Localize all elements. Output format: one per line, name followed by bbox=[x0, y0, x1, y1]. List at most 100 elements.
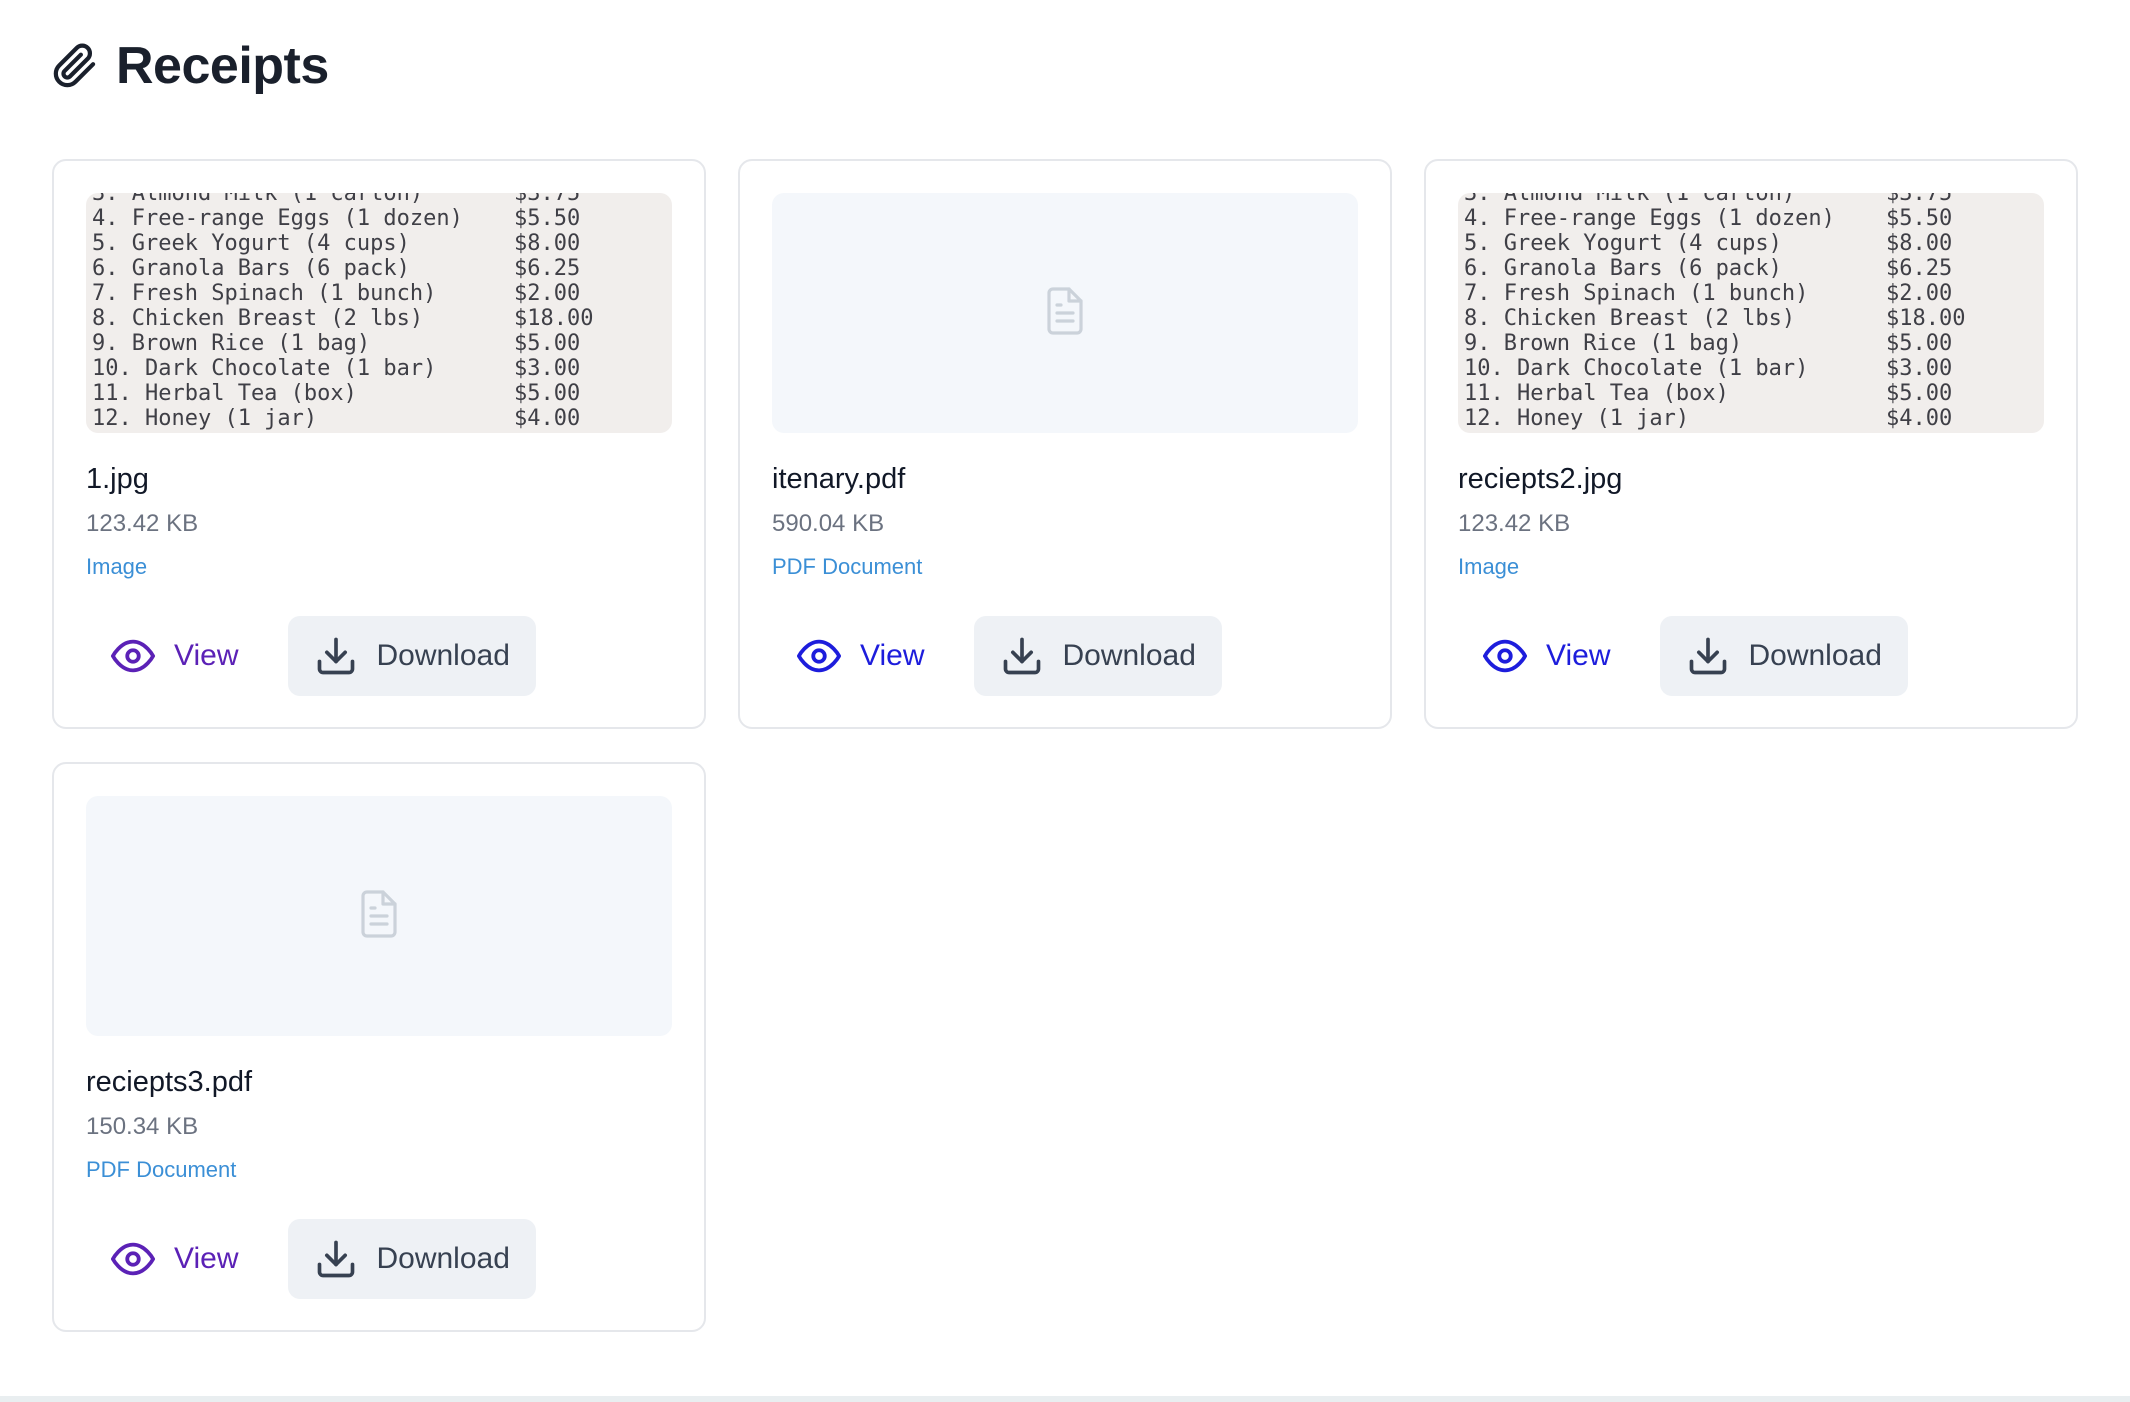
receipt-line: 5. Greek Yogurt (4 cups) $8.00 bbox=[1464, 231, 1965, 256]
eye-icon bbox=[1482, 633, 1528, 679]
file-type: Image bbox=[1458, 554, 1520, 579]
document-icon bbox=[1045, 286, 1085, 340]
view-button[interactable]: View bbox=[86, 616, 262, 696]
receipt-line: 11. Herbal Tea (box) $5.00 bbox=[92, 381, 593, 406]
receipt-line-price: $3.00 bbox=[514, 356, 581, 381]
receipt-line-item: 10. Dark Chocolate (1 bar) bbox=[1464, 356, 1809, 381]
view-button[interactable]: View bbox=[772, 616, 948, 696]
receipt-line-price: $3.75 bbox=[514, 193, 581, 206]
receipt-line: 12. Honey (1 jar) $4.00 bbox=[1464, 406, 1965, 431]
file-card: reciepts3.pdf 150.34 KB PDF Document Vie… bbox=[52, 762, 706, 1332]
receipt-line: 12. Honey (1 jar) $4.00 bbox=[92, 406, 593, 431]
receipt-line-price: $8.00 bbox=[1886, 231, 1953, 256]
receipt-line-price: $5.00 bbox=[1886, 381, 1953, 406]
receipt-line-price: $2.00 bbox=[514, 281, 581, 306]
view-button[interactable]: View bbox=[86, 1219, 262, 1299]
download-icon bbox=[1000, 634, 1044, 678]
file-card: 3. Almond Milk (1 carton) $3.75 4. Free-ra… bbox=[52, 159, 706, 729]
bottom-divider bbox=[0, 1396, 2130, 1402]
receipt-line-item: 13. Mixed Nuts (1 bag) bbox=[1464, 431, 1886, 433]
file-card: itenary.pdf 590.04 KB PDF Document View bbox=[738, 159, 1392, 729]
download-button[interactable]: Download bbox=[974, 616, 1222, 696]
receipt-line-price: $4.00 bbox=[514, 406, 581, 431]
receipt-line-price: $10.00 bbox=[514, 431, 593, 433]
receipt-line-price: $3.75 bbox=[1886, 193, 1953, 206]
view-label: View bbox=[1546, 639, 1611, 672]
download-icon bbox=[314, 634, 358, 678]
file-size: 123.42 KB bbox=[86, 510, 199, 537]
receipt-line-price: $5.00 bbox=[514, 381, 581, 406]
receipt-lines: 3. Almond Milk (1 carton) $3.75 4. Free-ra… bbox=[1464, 193, 1965, 433]
document-icon bbox=[359, 889, 399, 943]
file-size: 590.04 KB bbox=[772, 510, 885, 537]
receipt-line-item: 3. Almond Milk (1 carton) bbox=[92, 193, 424, 206]
receipt-line-item: 3. Almond Milk (1 carton) bbox=[1464, 193, 1796, 206]
download-button[interactable]: Download bbox=[288, 616, 536, 696]
view-label: View bbox=[174, 1242, 239, 1275]
file-name: reciepts3.pdf bbox=[86, 1066, 253, 1098]
receipt-line-item: 4. Free-range Eggs (1 dozen) bbox=[1464, 206, 1835, 231]
receipts-page: Receipts 3. Almond Milk (1 carton) $3.75 4… bbox=[0, 0, 2130, 1402]
receipt-line-item: 8. Chicken Breast (2 lbs) bbox=[92, 306, 424, 331]
receipt-line: 8. Chicken Breast (2 lbs) $18.00 bbox=[1464, 306, 1965, 331]
file-actions: View Download bbox=[86, 616, 536, 696]
receipt-line: 8. Chicken Breast (2 lbs) $18.00 bbox=[92, 306, 593, 331]
download-button[interactable]: Download bbox=[1660, 616, 1908, 696]
page-header: Receipts bbox=[52, 40, 329, 92]
receipt-line: 4. Free-range Eggs (1 dozen) $5.50 bbox=[1464, 206, 1965, 231]
receipt-lines: 3. Almond Milk (1 carton) $3.75 4. Free-ra… bbox=[92, 193, 593, 433]
receipt-line: 13. Mixed Nuts (1 bag)$10.00 bbox=[1464, 431, 1965, 433]
document-preview bbox=[772, 193, 1358, 433]
receipt-line-item: 11. Herbal Tea (box) bbox=[92, 381, 357, 406]
receipt-line: 10. Dark Chocolate (1 bar) $3.00 bbox=[1464, 356, 1965, 381]
eye-icon bbox=[796, 633, 842, 679]
receipt-line-item: 6. Granola Bars (6 pack) bbox=[1464, 256, 1782, 281]
receipt-line-item: 9. Brown Rice (1 bag) bbox=[1464, 331, 1743, 356]
file-size: 123.42 KB bbox=[1458, 510, 1571, 537]
receipt-line-price: $6.25 bbox=[514, 256, 581, 281]
receipt-line: 7. Fresh Spinach (1 bunch) $2.00 bbox=[1464, 281, 1965, 306]
receipt-line: 3. Almond Milk (1 carton) $3.75 bbox=[1464, 193, 1965, 206]
receipt-line-price: $10.00 bbox=[1886, 431, 1965, 433]
eye-icon bbox=[110, 1236, 156, 1282]
file-card: 3. Almond Milk (1 carton) $3.75 4. Free-ra… bbox=[1424, 159, 2078, 729]
receipt-line-item: 12. Honey (1 jar) bbox=[1464, 406, 1690, 431]
file-type: Image bbox=[86, 554, 148, 579]
view-button[interactable]: View bbox=[1458, 616, 1634, 696]
receipt-line-item: 11. Herbal Tea (box) bbox=[1464, 381, 1729, 406]
receipt-line: 13. Mixed Nuts (1 bag)$10.00 bbox=[92, 431, 593, 433]
receipt-line-price: $2.00 bbox=[1886, 281, 1953, 306]
receipt-line: 5. Greek Yogurt (4 cups) $8.00 bbox=[92, 231, 593, 256]
receipt-line-item: 9. Brown Rice (1 bag) bbox=[92, 331, 371, 356]
receipt-line-price: $4.00 bbox=[1886, 406, 1953, 431]
receipt-line-item: 13. Mixed Nuts (1 bag) bbox=[92, 431, 514, 433]
receipt-line-price: $5.00 bbox=[1886, 331, 1953, 356]
receipt-line: 9. Brown Rice (1 bag) $5.00 bbox=[92, 331, 593, 356]
view-label: View bbox=[860, 639, 925, 672]
receipt-line: 6. Granola Bars (6 pack) $6.25 bbox=[1464, 256, 1965, 281]
download-icon bbox=[314, 1237, 358, 1281]
receipt-line: 3. Almond Milk (1 carton) $3.75 bbox=[92, 193, 593, 206]
receipt-line-item: 8. Chicken Breast (2 lbs) bbox=[1464, 306, 1796, 331]
receipt-line: 4. Free-range Eggs (1 dozen) $5.50 bbox=[92, 206, 593, 231]
file-name: itenary.pdf bbox=[772, 463, 906, 495]
eye-icon bbox=[110, 633, 156, 679]
download-button[interactable]: Download bbox=[288, 1219, 536, 1299]
paperclip-icon bbox=[52, 43, 98, 89]
file-actions: View Download bbox=[1458, 616, 1908, 696]
receipt-line-item: 5. Greek Yogurt (4 cups) bbox=[1464, 231, 1782, 256]
receipt-line-price: $3.00 bbox=[1886, 356, 1953, 381]
receipt-line-price: $5.50 bbox=[514, 206, 581, 231]
receipt-line-price: $6.25 bbox=[1886, 256, 1953, 281]
file-actions: View Download bbox=[86, 1219, 536, 1299]
document-preview bbox=[86, 796, 672, 1036]
download-label: Download bbox=[1748, 639, 1882, 672]
download-label: Download bbox=[376, 1242, 510, 1275]
receipt-line-price: $18.00 bbox=[1886, 306, 1966, 331]
receipt-line-item: 7. Fresh Spinach (1 bunch) bbox=[1464, 281, 1809, 306]
download-label: Download bbox=[376, 639, 510, 672]
receipt-line: 11. Herbal Tea (box) $5.00 bbox=[1464, 381, 1965, 406]
receipt-line-price: $18.00 bbox=[514, 306, 594, 331]
receipt-line: 9. Brown Rice (1 bag) $5.00 bbox=[1464, 331, 1965, 356]
receipt-line-item: 10. Dark Chocolate (1 bar) bbox=[92, 356, 437, 381]
